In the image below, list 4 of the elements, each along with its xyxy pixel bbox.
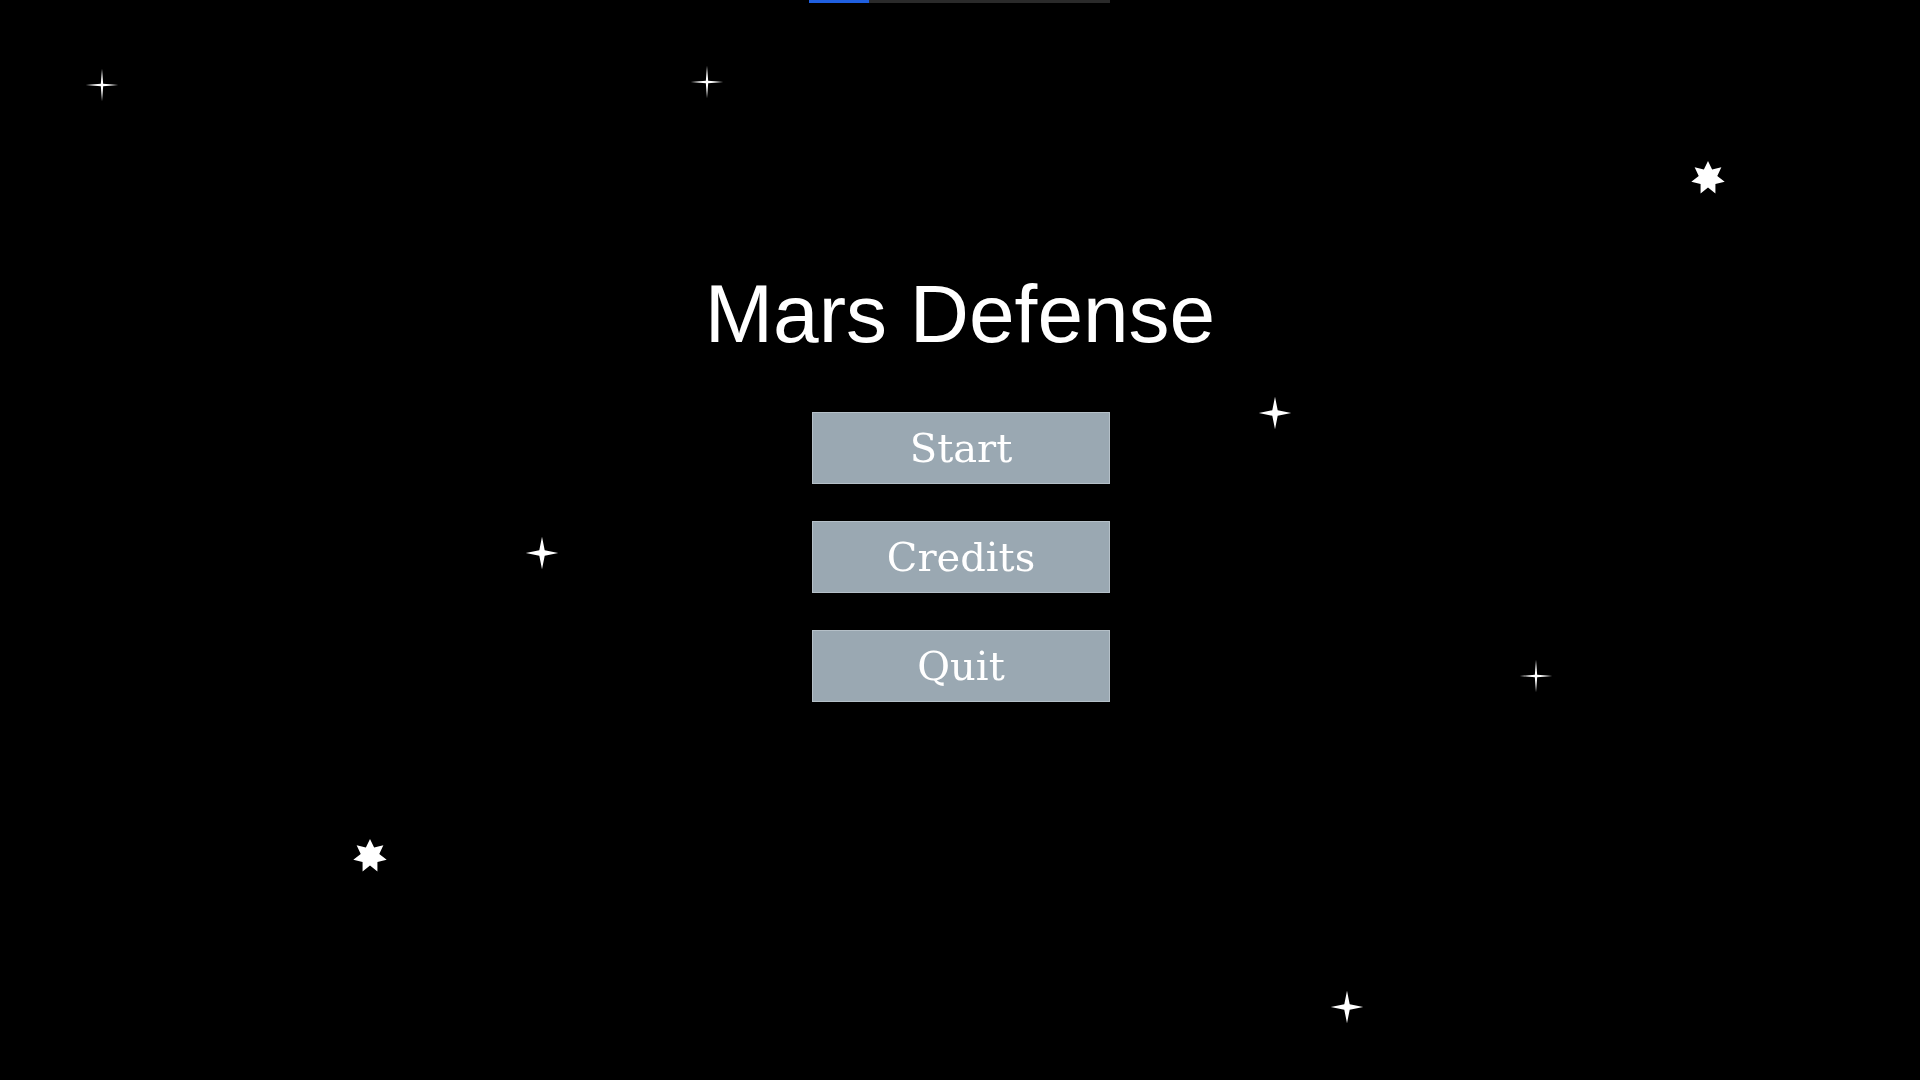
menu-button[interactable]: Start — [812, 412, 1110, 484]
menu-button[interactable]: Quit — [812, 630, 1110, 702]
game-title: Mars Defense — [704, 268, 1216, 360]
menu-button[interactable]: Credits — [812, 521, 1110, 593]
